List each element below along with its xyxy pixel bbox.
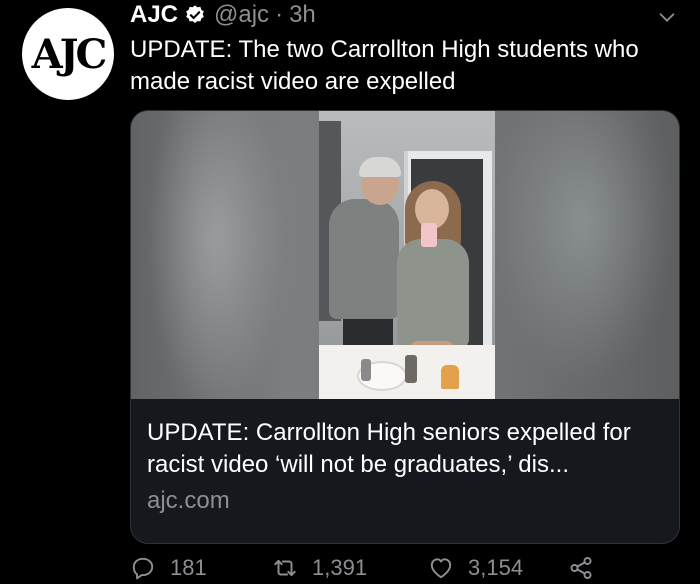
retweet-icon <box>274 559 296 577</box>
chevron-down-icon[interactable] <box>656 6 678 28</box>
share-icon <box>570 556 592 580</box>
tweet-text: UPDATE: The two Carrollton High students… <box>130 36 639 95</box>
tweet-header: AJC @ajc · 3h <box>130 0 316 30</box>
reply-button[interactable]: 181 <box>130 555 272 581</box>
like-button[interactable]: 3,154 <box>428 555 568 581</box>
tweet-actions: 181 1,391 3,154 <box>130 552 690 584</box>
avatar[interactable]: AJC <box>22 8 114 100</box>
author-name[interactable]: AJC <box>130 1 178 29</box>
video-still <box>319 111 495 399</box>
card-image[interactable] <box>131 111 679 399</box>
retweet-button[interactable]: 1,391 <box>272 555 428 581</box>
like-count: 3,154 <box>468 555 524 580</box>
reply-count: 181 <box>170 555 207 580</box>
retweet-count: 1,391 <box>312 555 368 580</box>
share-button[interactable] <box>568 555 594 581</box>
card-title[interactable]: UPDATE: Carrollton High seniors expelled… <box>147 417 663 481</box>
card-domain: ajc.com <box>147 487 230 514</box>
heart-icon <box>430 558 452 579</box>
verified-badge-icon <box>186 5 204 23</box>
tweet-timestamp[interactable]: 3h <box>289 1 316 29</box>
separator-dot: · <box>275 1 284 28</box>
author-handle[interactable]: @ajc <box>214 1 269 29</box>
reply-icon <box>132 557 154 580</box>
link-card[interactable]: UPDATE: Carrollton High seniors expelled… <box>130 110 680 544</box>
